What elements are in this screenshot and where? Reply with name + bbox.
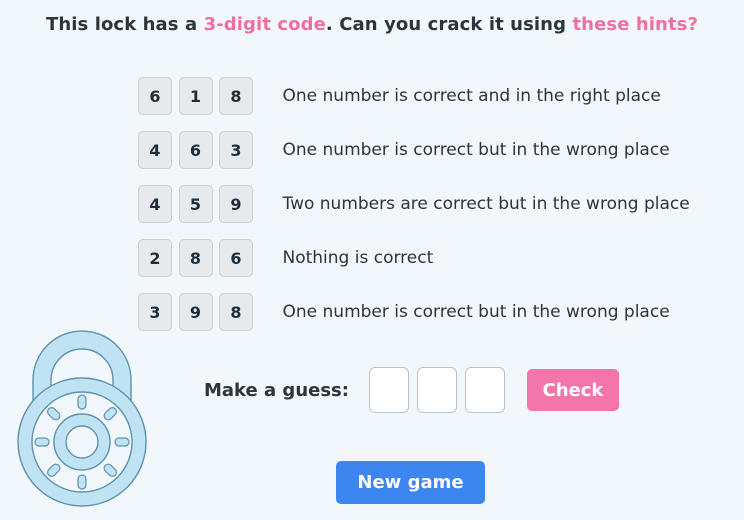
title-highlight-hints: these hints? <box>572 14 699 35</box>
hint-text: One number is correct but in the wrong p… <box>282 302 670 322</box>
hint-digit: 9 <box>219 185 253 223</box>
guess-digit-1-input[interactable] <box>368 367 409 413</box>
hint-digit: 8 <box>178 239 213 277</box>
hint-digit: 1 <box>178 77 213 115</box>
hint-row: 4 5 9 Two numbers are correct but in the… <box>138 184 728 224</box>
hint-digit: 9 <box>178 293 213 331</box>
hint-digit: 5 <box>178 185 213 223</box>
hint-row: 6 1 8 One number is correct and in the r… <box>138 76 728 116</box>
title-text-2: . Can you crack it using <box>325 14 573 35</box>
title-text-1: This lock has a <box>45 14 204 35</box>
new-game-button[interactable]: New game <box>336 461 485 504</box>
hint-digit: 2 <box>138 239 172 277</box>
hint-digit: 4 <box>138 131 172 169</box>
guess-digit-3-input[interactable] <box>464 367 505 413</box>
page-title: This lock has a 3-digit code. Can you cr… <box>0 14 744 35</box>
hint-digit: 4 <box>138 185 172 223</box>
hint-text: Nothing is correct <box>282 248 434 268</box>
hint-row: 2 8 6 Nothing is correct <box>138 238 728 278</box>
check-button[interactable]: Check <box>526 369 619 411</box>
padlock-icon <box>17 330 147 507</box>
hint-digit: 6 <box>138 77 172 115</box>
hint-text: One number is correct but in the wrong p… <box>282 140 670 160</box>
hint-digit: 6 <box>178 131 213 169</box>
hint-text: One number is correct and in the right p… <box>282 86 661 106</box>
hint-row: 4 6 3 One number is correct but in the w… <box>138 130 728 170</box>
hint-row: 3 9 8 One number is correct but in the w… <box>138 292 728 332</box>
guess-digit-2-input[interactable] <box>416 367 457 413</box>
hints-list: 6 1 8 One number is correct and in the r… <box>138 76 728 346</box>
title-highlight-code: 3-digit code <box>203 14 326 35</box>
hint-digit: 8 <box>219 77 253 115</box>
hint-text: Two numbers are correct but in the wrong… <box>282 194 690 214</box>
hint-digit: 3 <box>219 131 253 169</box>
guess-label: Make a guess: <box>204 379 349 401</box>
hint-digit: 8 <box>219 293 253 331</box>
hint-digit: 6 <box>219 239 253 277</box>
guess-row: Make a guess: Check <box>204 366 619 414</box>
